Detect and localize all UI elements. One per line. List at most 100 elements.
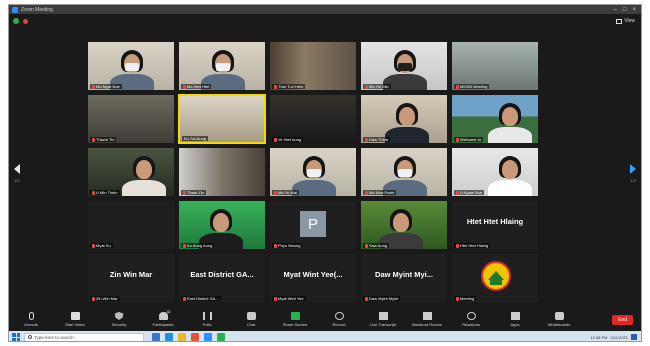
participant-tile[interactable]: Welcome to bbox=[451, 94, 539, 144]
participant-tile[interactable]: Meeting bbox=[451, 253, 539, 303]
chrome-icon[interactable] bbox=[217, 333, 225, 341]
file-explorer-icon[interactable] bbox=[178, 333, 186, 341]
participant-name-label: Thazin Tin bbox=[90, 137, 117, 142]
toolbar-whiteboards-button[interactable]: Whiteboards bbox=[537, 312, 581, 327]
participant-name-label: Thar Tun Hein bbox=[272, 84, 306, 89]
mic-muted-icon bbox=[456, 243, 459, 248]
mic-muted-icon bbox=[183, 84, 186, 89]
participant-tile[interactable]: Ma Htet Htet bbox=[178, 41, 266, 91]
organization-logo-icon bbox=[481, 261, 511, 291]
person-body bbox=[385, 127, 429, 143]
participant-tile[interactable]: Myat Su bbox=[87, 200, 175, 250]
participant-name: MMSB Meeting bbox=[460, 84, 488, 89]
participant-name: Thar Tun Hein bbox=[278, 84, 304, 89]
mic-muted-icon bbox=[274, 190, 277, 195]
participant-name: Ko Aung Aung bbox=[187, 243, 213, 248]
notifications-icon[interactable] bbox=[631, 334, 637, 340]
participant-tile[interactable]: U Min Thein bbox=[87, 147, 175, 197]
participant-tile[interactable]: Ko Sai Aung bbox=[178, 94, 266, 144]
maximize-icon[interactable]: □ bbox=[623, 7, 627, 13]
participant-name: Ye Htet Aung bbox=[278, 137, 302, 142]
participant-name-label: Thant Zin bbox=[181, 190, 206, 195]
participant-tile[interactable]: Thar Tun Hein bbox=[269, 41, 357, 91]
toolbar-start-video-button[interactable]: Start Video bbox=[53, 312, 97, 327]
participant-tile[interactable]: Ko Aung Aung bbox=[178, 200, 266, 250]
participant-tile[interactable]: East District GA... East District GA... bbox=[178, 253, 266, 303]
recording-indicator-icon bbox=[23, 18, 28, 24]
breakout-icon bbox=[422, 312, 432, 320]
person-face bbox=[502, 160, 518, 179]
tile-background bbox=[270, 95, 356, 143]
toolbar-label: Unmute bbox=[23, 322, 38, 327]
toolbar-reactions-button[interactable]: Reactions bbox=[449, 312, 493, 327]
participant-tile[interactable]: Myat Wint Yee(... Myat Wint Yee bbox=[269, 253, 357, 303]
participant-tile[interactable]: Daw Thida bbox=[360, 94, 448, 144]
mic-muted-icon bbox=[365, 84, 368, 89]
toolbar-live-transcript-button[interactable]: Live Transcript bbox=[361, 312, 405, 327]
participant-display-name: Daw Myint Myi... bbox=[375, 270, 433, 279]
toolbar-polls-button[interactable]: Polls bbox=[185, 312, 229, 327]
participant-tile[interactable]: Thazin Tin bbox=[87, 94, 175, 144]
mic-muted-icon bbox=[456, 137, 459, 142]
participant-name: Ma Htet Htet bbox=[187, 84, 210, 89]
window-title: Zoom Meeting bbox=[21, 6, 53, 13]
participant-name-label: Zin Win Mar bbox=[90, 296, 120, 301]
face-mask bbox=[216, 63, 230, 71]
toolbar-apps-button[interactable]: Apps bbox=[493, 312, 537, 327]
toolbar-unmute-button[interactable]: Unmute bbox=[9, 312, 53, 327]
encryption-shield-icon[interactable] bbox=[13, 18, 19, 24]
toolbar-participants-button[interactable]: 32 Participants bbox=[141, 310, 185, 327]
participant-name: U Kyaw Soe bbox=[460, 190, 483, 195]
search-placeholder: Type here to search bbox=[34, 334, 74, 340]
participant-tile[interactable]: Saw Aung bbox=[360, 200, 448, 250]
toolbar-share-screen-button[interactable]: Share Screen bbox=[273, 312, 317, 327]
toolbar-security-button[interactable]: Security bbox=[97, 312, 141, 327]
taskbar-search-box[interactable]: Type here to search bbox=[24, 332, 144, 341]
minimize-icon[interactable]: – bbox=[614, 7, 617, 13]
zoom-taskbar-icon[interactable] bbox=[204, 333, 212, 341]
participant-name: Daw Thida bbox=[369, 137, 389, 142]
participant-tile[interactable]: Ma Yu Wai bbox=[269, 147, 357, 197]
mic-icon bbox=[28, 312, 34, 320]
zoom-logo-icon bbox=[12, 6, 18, 13]
participant-tile[interactable]: Ye Htet Aung bbox=[269, 94, 357, 144]
participant-name: Daw Myint Myint bbox=[369, 296, 399, 301]
windows-start-icon[interactable] bbox=[12, 333, 20, 341]
toolbar-chat-button[interactable]: Chat bbox=[229, 312, 273, 327]
participant-tile[interactable]: Zin Win Mar Zin Win Mar bbox=[87, 253, 175, 303]
participant-tile[interactable]: Htet Htet Hlaing Htet Htet Hlaing bbox=[451, 200, 539, 250]
participant-tile[interactable]: U Kyaw Soe bbox=[451, 147, 539, 197]
person-body bbox=[488, 180, 532, 196]
participant-display-name: East District GA... bbox=[190, 270, 254, 279]
toolbar-breakout-rooms-button[interactable]: Breakout Rooms bbox=[405, 312, 449, 327]
task-view-icon[interactable] bbox=[152, 333, 160, 341]
participant-tile[interactable]: P Phyo Maung bbox=[269, 200, 357, 250]
participant-tile[interactable]: Thant Zin bbox=[178, 147, 266, 197]
toolbar-record-button[interactable]: Record bbox=[317, 312, 361, 327]
participant-name-label: Ye Htet Aung bbox=[272, 137, 304, 142]
face-mask bbox=[398, 169, 412, 177]
participant-tile[interactable]: Ma Yin Min bbox=[360, 41, 448, 91]
toolbar-label: Record bbox=[332, 322, 346, 327]
participant-tile[interactable]: MMSB Meeting bbox=[451, 41, 539, 91]
window-controls: – □ × bbox=[614, 7, 641, 13]
participant-tile[interactable]: Ma Moe Pwint bbox=[360, 147, 448, 197]
face-mask bbox=[398, 63, 412, 71]
view-button[interactable]: View bbox=[616, 18, 635, 24]
mic-muted-icon bbox=[274, 84, 277, 89]
participant-tile[interactable]: Daw Myint Myi... Daw Myint Myint bbox=[360, 253, 448, 303]
next-page-arrow-icon[interactable] bbox=[629, 162, 637, 176]
system-tray: 12:38 PM 5/11/2021 bbox=[590, 334, 641, 340]
end-meeting-button[interactable]: End bbox=[612, 315, 633, 325]
office-icon[interactable] bbox=[191, 333, 199, 341]
gallery-view: Ma Myat Noe Ma Htet Htet Thar Tun Hein Ma Y… bbox=[87, 41, 547, 303]
toolbar-label: Polls bbox=[202, 322, 212, 327]
close-icon[interactable]: × bbox=[632, 7, 636, 13]
previous-page-arrow-icon[interactable] bbox=[13, 162, 21, 176]
mic-muted-icon bbox=[456, 296, 459, 301]
shield-icon bbox=[114, 312, 124, 320]
edge-icon[interactable] bbox=[165, 333, 173, 341]
gallery-grid-icon bbox=[616, 18, 623, 24]
participant-tile[interactable]: Ma Myat Noe bbox=[87, 41, 175, 91]
mic-muted-icon bbox=[365, 243, 368, 248]
